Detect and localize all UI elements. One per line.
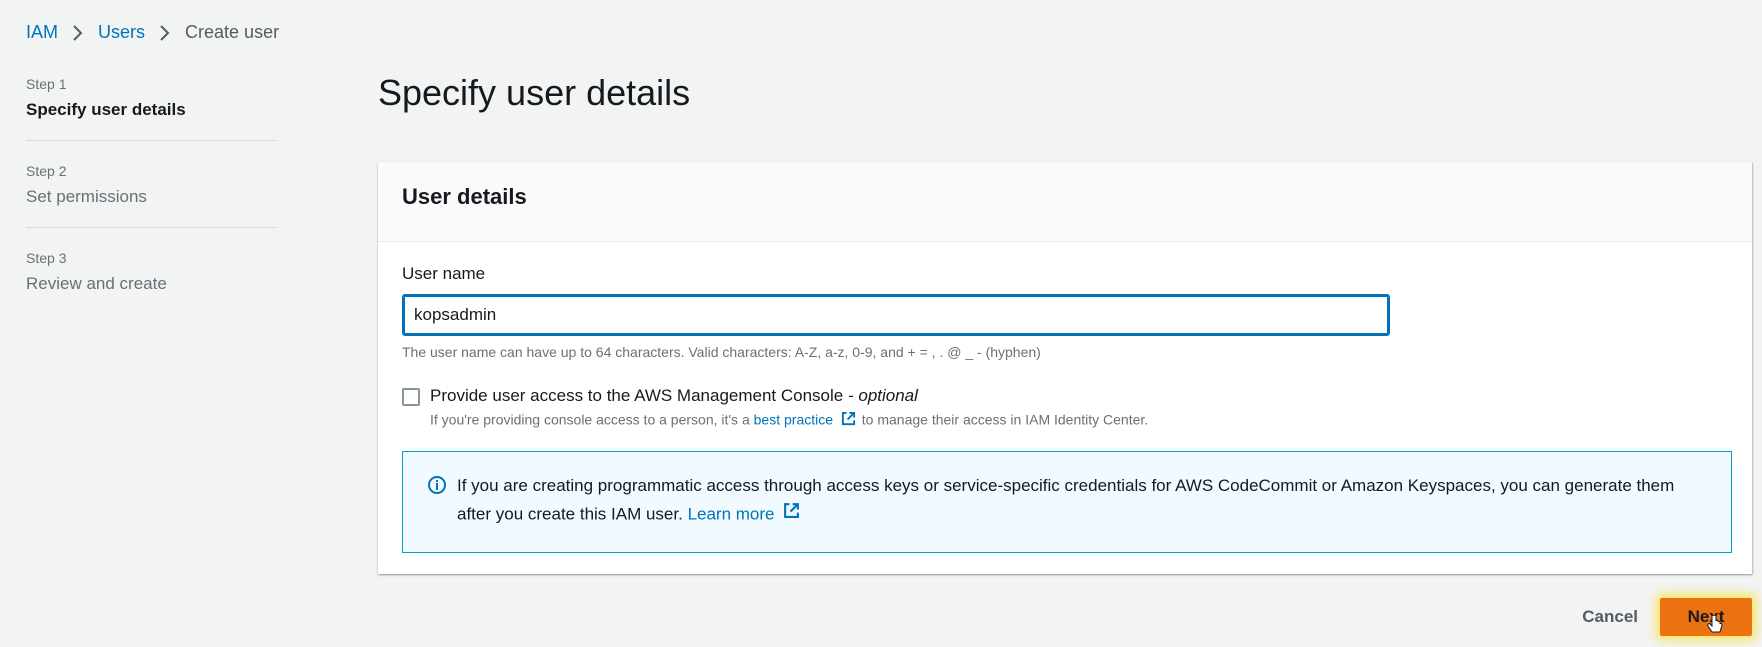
console-access-text: Provide user access to the AWS Managemen… [430, 386, 1148, 431]
wizard-step-3: Step 3 Review and create [26, 250, 276, 314]
step-number: Step 2 [26, 163, 67, 179]
step-title: Review and create [26, 274, 167, 293]
user-details-container: User details User name The user name can… [378, 162, 1752, 574]
best-practice-link[interactable]: best practice [754, 412, 833, 428]
external-link-icon [783, 500, 800, 528]
hand-pointer-icon [1707, 614, 1723, 640]
console-access-checkbox[interactable] [402, 388, 420, 406]
optional-tag: - optional [847, 386, 918, 405]
breadcrumb-users-link[interactable]: Users [98, 22, 145, 43]
console-access-label[interactable]: Provide user access to the AWS Managemen… [430, 386, 1148, 406]
external-link-icon [841, 411, 856, 429]
info-alert-text: If you are creating programmatic access … [457, 472, 1707, 530]
desc-prefix: If you're providing console access to a … [430, 411, 750, 428]
user-name-input[interactable] [402, 294, 1390, 336]
info-alert-message: If you are creating programmatic access … [457, 476, 1675, 524]
user-name-constraint: The user name can have up to 64 characte… [402, 344, 1041, 360]
step-title: Specify user details [26, 100, 186, 119]
breadcrumb-current: Create user [185, 22, 280, 42]
container-body: User name The user name can have up to 6… [378, 242, 1752, 575]
breadcrumb: IAM Users Create user [26, 22, 279, 43]
console-access-description: If you're providing console access to a … [430, 411, 1148, 431]
step-number: Step 3 [26, 250, 67, 266]
create-user-page: IAM Users Create user Step 1 Specify use… [0, 0, 1762, 647]
cancel-button[interactable]: Cancel [1560, 597, 1660, 637]
chevron-right-icon [159, 24, 171, 42]
user-name-label: User name [402, 264, 486, 283]
form-actions: Cancel Next [1560, 597, 1752, 637]
container-title: User details [402, 184, 527, 209]
next-button[interactable]: Next [1660, 598, 1752, 636]
page-title: Specify user details [378, 72, 691, 113]
desc-suffix: to manage their access in IAM Identity C… [861, 411, 1149, 428]
breadcrumb-iam-link[interactable]: IAM [26, 22, 58, 43]
wizard-step-1[interactable]: Step 1 Specify user details [26, 76, 276, 141]
container-header: User details [378, 162, 1752, 242]
learn-more-link[interactable]: Learn more [688, 504, 775, 523]
step-title: Set permissions [26, 187, 147, 206]
wizard-steps-nav: Step 1 Specify user details Step 2 Set p… [26, 76, 276, 336]
wizard-step-2: Step 2 Set permissions [26, 163, 276, 228]
chevron-right-icon [72, 24, 84, 42]
info-alert: If you are creating programmatic access … [402, 451, 1732, 553]
console-access-option: Provide user access to the AWS Managemen… [402, 386, 1728, 431]
info-icon [427, 475, 447, 500]
step-number: Step 1 [26, 76, 67, 92]
console-access-label-text: Provide user access to the AWS Managemen… [430, 386, 844, 405]
